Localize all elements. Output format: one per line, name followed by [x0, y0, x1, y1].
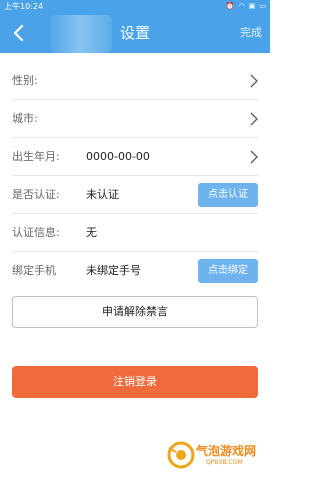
city-label: 城市:	[12, 112, 38, 125]
page-title: 设置	[119, 24, 150, 42]
row-verified: 是否认证: 未认证 点击认证	[0, 176, 270, 214]
phone-value: 未绑定手号	[86, 264, 141, 277]
alarm-icon: ⏰	[225, 2, 235, 10]
done-button[interactable]: 完成	[240, 13, 262, 53]
watermark-logo: 气泡游戏网 QPBXB.COM	[166, 438, 262, 472]
status-time: 上午10:24	[4, 2, 44, 11]
verify-info-value: 无	[86, 226, 97, 239]
row-city[interactable]: 城市:	[0, 100, 270, 138]
row-verify-info: 认证信息: 无	[0, 214, 270, 252]
verify-info-label: 认证信息:	[12, 226, 60, 239]
chevron-right-icon	[250, 150, 258, 164]
chevron-right-icon	[250, 74, 258, 88]
status-icons: ⏰ ◠ ▣ ▭	[226, 0, 266, 13]
birthday-value: 0000-00-00	[86, 150, 150, 163]
phone-label: 绑定手机	[12, 264, 56, 277]
birthday-label: 出生年月:	[12, 150, 60, 163]
wifi-icon: ◠	[238, 2, 245, 10]
verify-button[interactable]: 点击认证	[198, 183, 258, 207]
appeal-unmute-button[interactable]: 申请解除禁言	[12, 296, 258, 328]
chevron-right-icon	[250, 112, 258, 126]
row-gender[interactable]: 性别:	[0, 62, 270, 100]
nav-bar: 设置 完成	[0, 13, 270, 53]
row-birthday[interactable]: 出生年月: 0000-00-00	[0, 138, 270, 176]
battery-icon: ▭	[259, 2, 266, 10]
verified-label: 是否认证:	[12, 188, 60, 201]
sim-icon: ▣	[248, 2, 256, 10]
status-bar: 上午10:24 ⏰ ◠ ▣ ▭	[0, 0, 270, 13]
watermark-url: QPBXB.COM	[206, 459, 243, 466]
row-phone: 绑定手机 未绑定手号 点击绑定	[0, 252, 270, 290]
logout-button[interactable]: 注销登录	[12, 366, 258, 398]
gender-label: 性别:	[12, 74, 38, 87]
verified-value: 未认证	[86, 188, 119, 201]
bind-phone-button[interactable]: 点击绑定	[198, 259, 258, 283]
watermark-emblem	[167, 441, 195, 469]
watermark-text: 气泡游戏网	[196, 444, 257, 458]
